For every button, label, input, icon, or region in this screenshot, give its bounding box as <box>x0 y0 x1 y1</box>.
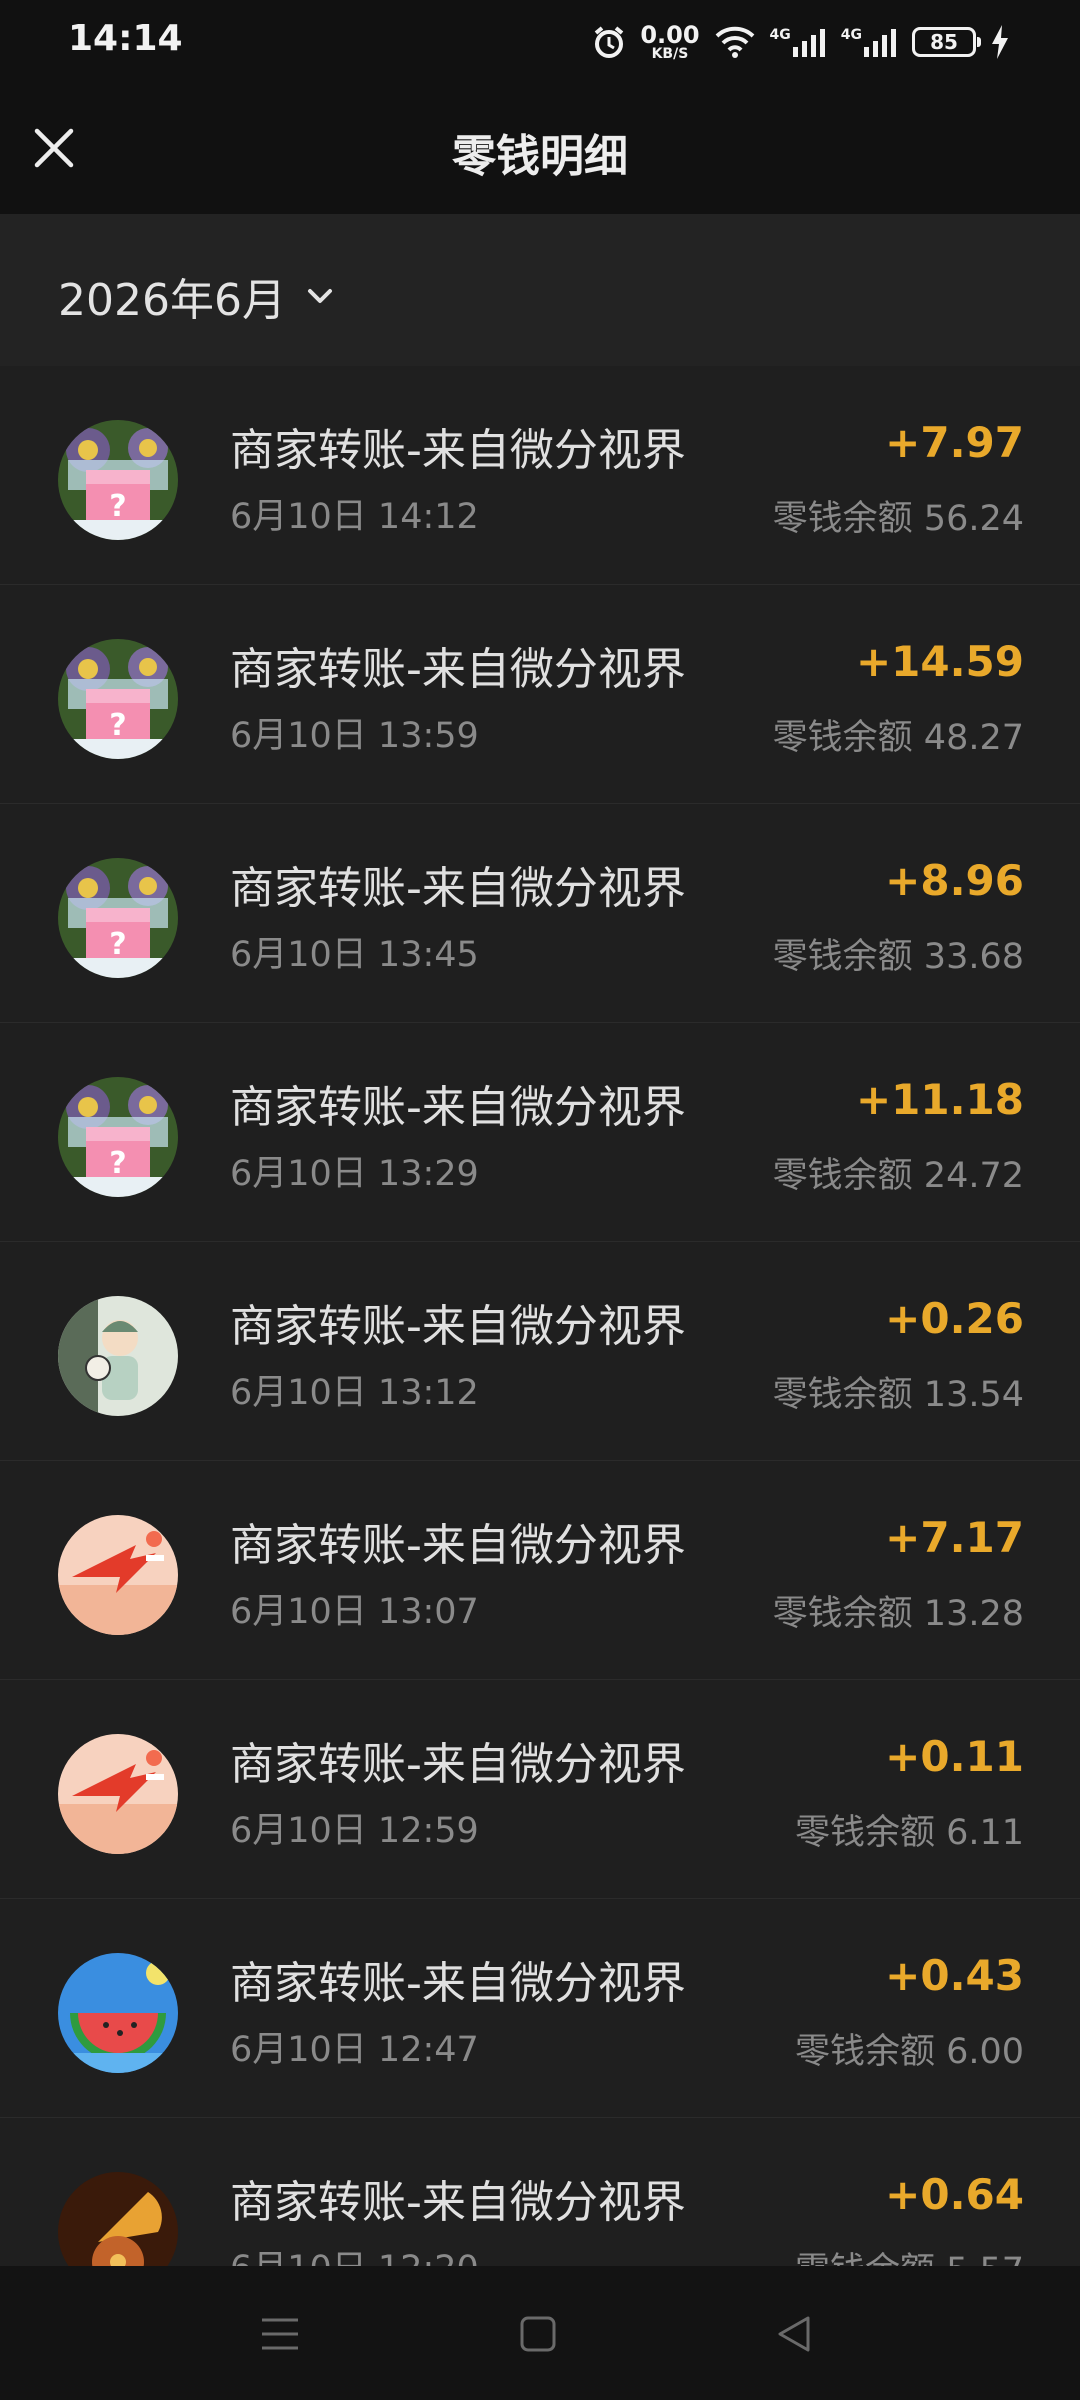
transaction-amount: +14.59 <box>855 637 1024 686</box>
transaction-amount: +8.96 <box>885 856 1024 905</box>
mystery-box-avatar: ? <box>58 858 178 978</box>
transaction-row[interactable]: ? 商家转账-来自微分视界 6月10日 13:59 +14.59 零钱余额 48.27 <box>0 585 1080 804</box>
wifi-icon <box>714 25 756 59</box>
battery-icon: 85 <box>912 27 981 57</box>
transaction-time: 6月10日 13:29 <box>230 1154 479 1194</box>
transaction-row[interactable]: 商家转账-来自微分视界 6月10日 12:20 +0.64 零钱余额 5.57 <box>0 2118 1080 2266</box>
transaction-time: 6月10日 13:12 <box>230 1373 479 1413</box>
month-filter-bar: 2026年6月 <box>0 214 1080 366</box>
transaction-row[interactable]: 商家转账-来自微分视界 6月10日 12:59 +0.11 零钱余额 6.11 <box>0 1680 1080 1899</box>
mystery-box-avatar: ? <box>58 420 178 540</box>
home-square-icon <box>520 2316 556 2352</box>
menu-icon <box>262 2318 298 2350</box>
charging-icon <box>990 25 1010 59</box>
transaction-balance: 零钱余额 13.54 <box>772 1375 1024 1415</box>
transaction-title: 商家转账-来自微分视界 <box>230 644 686 695</box>
transaction-title: 商家转账-来自微分视界 <box>230 425 686 476</box>
menu-button[interactable] <box>248 2302 312 2366</box>
sim2-label: 4G <box>840 27 862 43</box>
svg-text:?: ? <box>109 708 126 743</box>
transaction-list[interactable]: ? 商家转账-来自微分视界 6月10日 14:12 +7.97 零钱余额 56.24? 商… <box>0 366 1080 2266</box>
transaction-row[interactable]: ? 商家转账-来自微分视界 6月10日 13:45 +8.96 零钱余额 33.68 <box>0 804 1080 1023</box>
transaction-title: 商家转账-来自微分视界 <box>230 1301 686 1352</box>
back-triangle-icon <box>778 2316 810 2352</box>
transaction-balance: 零钱余额 5.57 <box>795 2242 1024 2266</box>
mystery-box-avatar: ? <box>58 1077 178 1197</box>
transaction-title: 商家转账-来自微分视界 <box>230 1520 686 1571</box>
mystery-box-avatar: ? <box>58 639 178 759</box>
sim1-label: 4G <box>769 27 791 43</box>
transaction-amount: +7.17 <box>885 1513 1024 1562</box>
status-time: 14:14 <box>68 18 183 59</box>
transaction-balance: 零钱余额 13.28 <box>772 1594 1024 1634</box>
transaction-balance: 零钱余额 33.68 <box>772 937 1024 977</box>
transaction-row[interactable]: ? 商家转账-来自微分视界 6月10日 14:12 +7.97 零钱余额 56.24 <box>0 366 1080 585</box>
transaction-time: 6月10日 13:45 <box>230 935 479 975</box>
month-label: 2026年6月 <box>58 275 286 326</box>
chevron-down-icon <box>307 289 332 303</box>
transaction-balance: 零钱余额 56.24 <box>772 499 1024 539</box>
net-speed: 0.00 KB/S <box>640 23 699 61</box>
watermelon-avatar <box>58 1953 178 2073</box>
transaction-row[interactable]: 商家转账-来自微分视界 6月10日 13:07 +7.17 零钱余额 13.28 <box>0 1461 1080 1680</box>
page-title: 零钱明细 <box>452 131 628 182</box>
transaction-balance: 零钱余额 6.11 <box>794 1813 1024 1853</box>
gramophone-avatar <box>58 2172 178 2266</box>
status-icons: 0.00 KB/S 4G 4G 85 <box>592 18 1010 66</box>
transaction-row[interactable]: 商家转账-来自微分视界 6月10日 13:12 +0.26 零钱余额 13.54 <box>0 1242 1080 1461</box>
transaction-amount: +0.43 <box>885 1951 1024 2000</box>
transaction-balance: 零钱余额 24.72 <box>772 1156 1024 1196</box>
transaction-title: 商家转账-来自微分视界 <box>230 863 686 914</box>
home-button[interactable] <box>506 2302 570 2366</box>
character-avatar <box>58 1296 178 1416</box>
red-arrow-avatar <box>58 1734 178 1854</box>
transaction-time: 6月10日 14:12 <box>230 497 479 537</box>
header-bar: 零钱明细 <box>0 84 1080 214</box>
transaction-title: 商家转账-来自微分视界 <box>230 1739 686 1790</box>
transaction-time: 6月10日 13:59 <box>230 716 479 756</box>
month-selector[interactable]: 2026年6月 <box>58 264 336 328</box>
transaction-amount: +0.26 <box>885 1294 1024 1343</box>
transaction-time: 6月10日 13:07 <box>230 1592 479 1632</box>
transaction-amount: +11.18 <box>855 1075 1024 1124</box>
net-speed-value: 0.00 <box>640 21 700 49</box>
transaction-amount: +0.11 <box>885 1732 1024 1781</box>
transaction-balance: 零钱余额 48.27 <box>772 718 1024 758</box>
transaction-title: 商家转账-来自微分视界 <box>230 2177 686 2228</box>
transaction-time: 6月10日 12:20 <box>230 2240 479 2266</box>
transaction-row[interactable]: 商家转账-来自微分视界 6月10日 12:47 +0.43 零钱余额 6.00 <box>0 1899 1080 2118</box>
system-nav-bar <box>0 2266 1080 2400</box>
red-arrow-avatar <box>58 1515 178 1635</box>
back-button[interactable] <box>762 2302 826 2366</box>
transaction-title: 商家转账-来自微分视界 <box>230 1082 686 1133</box>
net-speed-unit: KB/S <box>651 46 689 62</box>
transaction-title: 商家转账-来自微分视界 <box>230 1958 686 2009</box>
svg-text:?: ? <box>109 1146 126 1181</box>
svg-text:?: ? <box>109 489 126 524</box>
signal-sim1-icon: 4G <box>770 27 827 57</box>
battery-level: 85 <box>930 30 958 54</box>
signal-sim2-icon: 4G <box>841 27 898 57</box>
transaction-amount: +0.64 <box>885 2170 1024 2219</box>
transaction-time: 6月10日 12:47 <box>230 2030 479 2070</box>
svg-text:?: ? <box>109 927 126 962</box>
transaction-time: 6月10日 12:59 <box>230 1811 479 1851</box>
alarm-icon <box>592 25 626 59</box>
status-bar: 14:14 0.00 KB/S 4G 4G 85 <box>0 0 1080 84</box>
transaction-row[interactable]: ? 商家转账-来自微分视界 6月10日 13:29 +11.18 零钱余额 24.72 <box>0 1023 1080 1242</box>
transaction-balance: 零钱余额 6.00 <box>794 2032 1024 2072</box>
transaction-amount: +7.97 <box>885 418 1024 467</box>
